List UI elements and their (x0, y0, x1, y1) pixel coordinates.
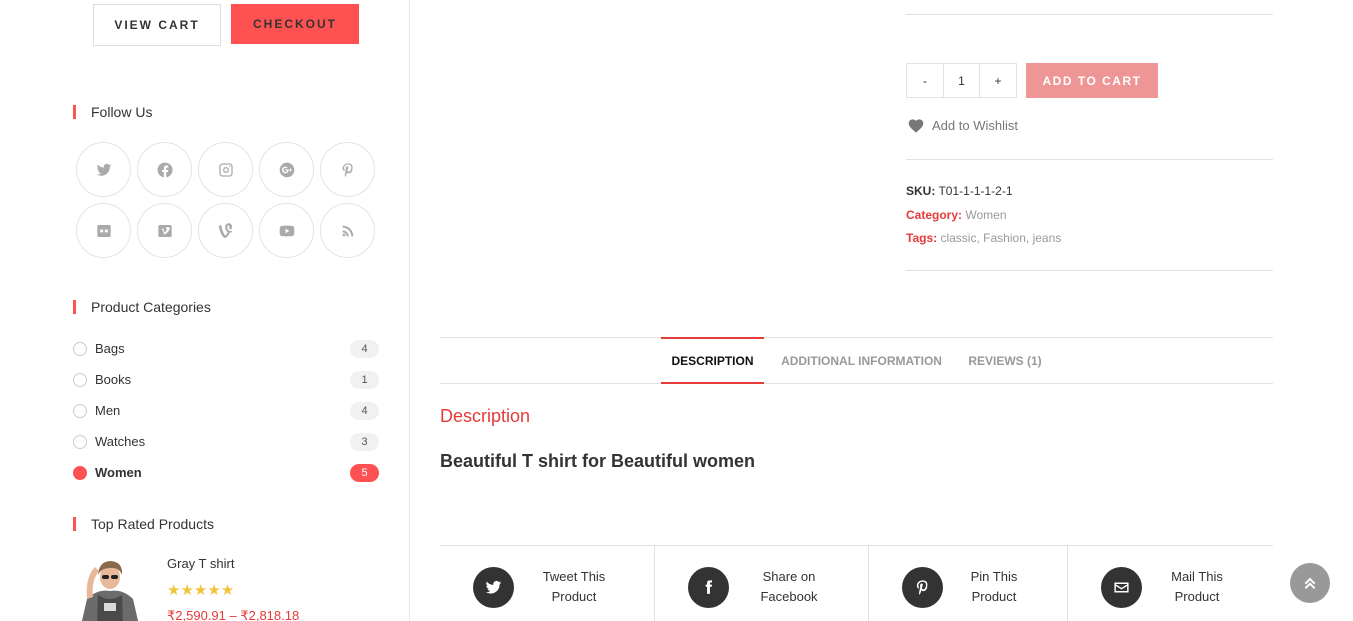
google-plus-link[interactable] (259, 142, 314, 197)
tab-description[interactable]: DESCRIPTION (661, 337, 764, 384)
category-link[interactable]: Women (965, 208, 1006, 222)
share-label[interactable]: Mail This Product (1163, 567, 1231, 607)
tag-link[interactable]: Fashion (983, 231, 1026, 245)
tags-row: Tags: classic, Fashion, jeans (906, 231, 1062, 245)
top-rated-title: Top Rated Products (73, 517, 214, 531)
facebook-icon (688, 567, 729, 608)
share-mail[interactable]: Mail This Product (1068, 546, 1273, 621)
sku-value: T01-1-1-1-2-1 (938, 184, 1013, 198)
pinterest-icon (342, 162, 353, 177)
wishlist-label[interactable]: Add to Wishlist (932, 118, 1018, 133)
vimeo-link[interactable] (137, 203, 192, 258)
add-to-wishlist-link[interactable]: Add to Wishlist (908, 118, 1018, 133)
twitter-link[interactable] (76, 142, 131, 197)
qty-minus-button[interactable]: - (907, 64, 943, 97)
category-list: Bags 4 Books 1 Men 4 Watches 3 Women 5 (73, 333, 379, 488)
facebook-icon (157, 162, 173, 177)
add-to-cart-button[interactable]: ADD TO CART (1026, 63, 1158, 98)
twitter-icon (473, 567, 514, 608)
divider (906, 159, 1273, 160)
pinterest-link[interactable] (320, 142, 375, 197)
instagram-link[interactable] (198, 142, 253, 197)
share-label[interactable]: Share on Facebook (749, 567, 829, 607)
share-twitter[interactable]: Tweet This Product (440, 546, 654, 621)
description-heading: Description (440, 406, 531, 426)
category-count-badge: 1 (350, 370, 379, 389)
category-radio[interactable] (73, 341, 87, 356)
google-plus-icon (279, 162, 294, 177)
category-row: Category: Women (906, 208, 1007, 222)
youtube-icon (279, 225, 294, 236)
tag-link[interactable]: classic (940, 231, 976, 245)
tab-additional-information[interactable]: ADDITIONAL INFORMATION (774, 337, 949, 384)
share-label[interactable]: Tweet This Product (535, 567, 613, 607)
category-radio[interactable] (73, 372, 87, 387)
double-chevron-up-icon (1304, 577, 1316, 589)
divider (906, 270, 1273, 271)
category-count-badge: 4 (350, 401, 379, 420)
view-cart-button[interactable]: VIEW CART (93, 4, 221, 46)
top-rated-product-name[interactable]: Gray T shirt (167, 556, 234, 571)
tag-link[interactable]: jeans (1033, 231, 1062, 245)
product-tabs: DESCRIPTION ADDITIONAL INFORMATION REVIE… (440, 337, 1273, 384)
category-item-books[interactable]: Books 1 (73, 364, 379, 395)
tab-reviews[interactable]: REVIEWS (1) (964, 337, 1046, 384)
qty-plus-button[interactable]: + (980, 64, 1016, 97)
category-count-badge: 5 (350, 463, 379, 482)
flickr-link[interactable] (76, 203, 131, 258)
scroll-to-top-button[interactable] (1290, 563, 1330, 603)
twitter-icon (96, 163, 111, 176)
sku-label: SKU: (906, 184, 936, 198)
category-name[interactable]: Bags (95, 341, 350, 356)
rss-link[interactable] (320, 203, 375, 258)
category-radio[interactable] (73, 465, 87, 480)
heart-icon (908, 118, 924, 133)
vine-icon (218, 222, 232, 238)
follow-us-title: Follow Us (73, 105, 152, 119)
shop-sidebar: VIEW CART CHECKOUT Follow Us Product Cat… (0, 0, 410, 621)
tags-label: Tags: (906, 231, 938, 245)
mail-icon (1101, 567, 1142, 608)
top-rated-product-price: ₹2,590.91 – ₹2,818.18 (167, 608, 300, 621)
top-rated-product-image[interactable] (73, 555, 147, 621)
youtube-link[interactable] (259, 203, 314, 258)
category-count-badge: 4 (350, 339, 379, 358)
category-name[interactable]: Watches (95, 434, 350, 449)
category-count-badge: 3 (350, 432, 379, 451)
share-bar: Tweet This Product Share on Facebook Pin T… (440, 545, 1273, 621)
checkout-button[interactable]: CHECKOUT (231, 4, 359, 44)
sku-row: SKU: T01-1-1-1-2-1 (906, 184, 1013, 198)
category-label: Category: (906, 208, 963, 222)
facebook-link[interactable] (137, 142, 192, 197)
share-label[interactable]: Pin This Product (964, 567, 1024, 607)
category-item-watches[interactable]: Watches 3 (73, 426, 379, 457)
divider (906, 14, 1273, 15)
category-name[interactable]: Women (95, 465, 350, 480)
pinterest-icon (902, 567, 943, 608)
category-item-men[interactable]: Men 4 (73, 395, 379, 426)
category-radio[interactable] (73, 403, 87, 418)
category-name[interactable]: Men (95, 403, 350, 418)
category-item-women[interactable]: Women 5 (73, 457, 379, 488)
category-radio[interactable] (73, 434, 87, 449)
description-text: Beautiful T shirt for Beautiful women (440, 451, 756, 471)
social-links (76, 142, 386, 258)
instagram-icon (218, 162, 233, 177)
flickr-icon (96, 224, 111, 237)
rss-icon (342, 225, 353, 236)
product-categories-title: Product Categories (73, 300, 211, 314)
category-item-bags[interactable]: Bags 4 (73, 333, 379, 364)
share-pinterest[interactable]: Pin This Product (869, 546, 1067, 621)
share-facebook[interactable]: Share on Facebook (655, 546, 868, 621)
quantity-stepper[interactable]: - 1 + (906, 63, 1017, 98)
vine-link[interactable] (198, 203, 253, 258)
star-rating: ★★★★★ (167, 582, 235, 599)
vimeo-icon (157, 224, 172, 237)
category-name[interactable]: Books (95, 372, 350, 387)
qty-input[interactable]: 1 (943, 64, 980, 97)
